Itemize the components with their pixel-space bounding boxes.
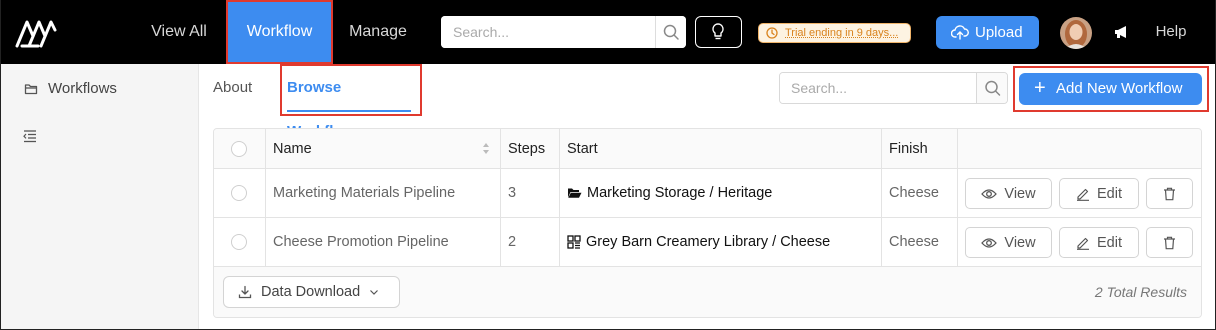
row-start: Marketing Storage / Heritage <box>587 185 773 201</box>
row-finish: Cheese <box>889 185 939 201</box>
data-download-button[interactable]: Data Download <box>223 276 400 308</box>
row-steps: 3 <box>508 185 517 201</box>
search-icon <box>985 80 1001 96</box>
row-select-cell <box>214 218 265 266</box>
nav-workflow[interactable]: Workflow <box>226 0 333 64</box>
row-name: Cheese Promotion Pipeline <box>273 234 449 250</box>
lightbulb-icon <box>712 23 724 40</box>
workflow-search <box>779 72 1008 104</box>
search-icon <box>663 24 679 40</box>
library-icon <box>567 235 581 249</box>
row-checkbox[interactable] <box>231 234 247 250</box>
table-header-row: Name Steps Start Finish <box>214 129 1201 169</box>
column-name-label: Name <box>273 140 312 157</box>
trash-icon <box>1164 187 1175 200</box>
column-header-start: Start <box>559 129 881 168</box>
sort-icon[interactable] <box>482 142 490 155</box>
top-navigation-bar: View All Workflow Manage Trial ending in… <box>0 0 1216 64</box>
global-search <box>441 16 686 48</box>
row-finish: Cheese <box>889 234 939 250</box>
active-tab-indicator <box>287 110 411 112</box>
folder-icon <box>568 188 582 198</box>
delete-button[interactable] <box>1146 178 1193 209</box>
global-search-button[interactable] <box>655 16 686 48</box>
trash-icon <box>1164 236 1175 249</box>
tab-about[interactable]: About <box>213 70 252 108</box>
help-link[interactable]: Help <box>1150 0 1192 64</box>
upload-label: Upload <box>975 24 1023 41</box>
view-button[interactable]: View <box>965 178 1052 209</box>
table-row: Cheese Promotion Pipeline 2 Grey Barn Cr… <box>214 218 1201 267</box>
folder-icon <box>24 84 38 95</box>
workflows-table: Name Steps Start Finish Marketing Materi… <box>213 128 1202 318</box>
sidebar-item-workflows[interactable]: Workflows <box>22 78 117 100</box>
pencil-icon <box>1077 237 1089 250</box>
upload-button[interactable]: Upload <box>936 16 1039 49</box>
pencil-icon <box>1077 188 1089 201</box>
workflow-search-button[interactable] <box>976 73 1007 103</box>
edit-button[interactable]: Edit <box>1059 178 1139 209</box>
cloud-upload-icon <box>951 25 969 40</box>
nav-manage[interactable]: Manage <box>340 0 416 64</box>
row-select-cell <box>214 169 265 217</box>
add-new-workflow-button[interactable]: + Add New Workflow <box>1019 73 1202 105</box>
column-start-label: Start <box>567 140 598 157</box>
row-start-cell: Marketing Storage / Heritage <box>559 169 881 217</box>
add-workflow-highlight: + Add New Workflow <box>1013 66 1209 112</box>
trial-text: Trial ending in 9 days... <box>785 27 899 39</box>
column-steps-label: Steps <box>508 140 546 157</box>
edit-button[interactable]: Edit <box>1059 227 1139 258</box>
collapse-menu-icon[interactable] <box>22 129 38 143</box>
eye-icon <box>981 188 998 199</box>
trial-badge[interactable]: Trial ending in 9 days... <box>758 23 911 43</box>
row-start-cell: Grey Barn Creamery Library / Cheese <box>559 218 881 266</box>
view-label: View <box>1004 234 1036 251</box>
sidebar: Workflows <box>0 64 199 330</box>
download-icon <box>238 285 252 299</box>
row-checkbox[interactable] <box>231 185 247 201</box>
table-row: Marketing Materials Pipeline 3 Marketing… <box>214 169 1201 218</box>
column-header-name[interactable]: Name <box>265 129 500 168</box>
table-footer: Data Download 2 Total Results <box>214 267 1201 317</box>
select-all-checkbox[interactable] <box>231 140 247 157</box>
megaphone-icon[interactable] <box>1113 23 1131 41</box>
tab-browse-workflows[interactable]: Browse Workflows <box>280 64 422 140</box>
total-results: 2 Total Results <box>1094 284 1187 300</box>
sidebar-item-label: Workflows <box>48 80 117 97</box>
avatar-icon <box>1060 17 1092 49</box>
column-header-finish: Finish <box>881 129 957 168</box>
view-button[interactable]: View <box>965 227 1052 258</box>
tips-button[interactable] <box>695 16 742 48</box>
data-download-label: Data Download <box>261 284 361 300</box>
user-avatar[interactable] <box>1060 17 1092 49</box>
plus-icon: + <box>1034 77 1046 99</box>
view-label: View <box>1004 185 1036 202</box>
delete-button[interactable] <box>1146 227 1193 258</box>
column-header-steps: Steps <box>500 129 559 168</box>
edit-label: Edit <box>1097 234 1122 251</box>
eye-icon <box>981 237 998 248</box>
workflow-search-input[interactable] <box>780 73 976 103</box>
select-all-cell <box>214 129 265 168</box>
row-steps: 2 <box>508 234 517 250</box>
row-start: Grey Barn Creamery Library / Cheese <box>586 234 831 250</box>
edit-label: Edit <box>1097 185 1122 202</box>
column-finish-label: Finish <box>889 140 928 157</box>
nav-view-all[interactable]: View All <box>140 0 218 64</box>
row-name: Marketing Materials Pipeline <box>273 185 456 201</box>
clock-icon <box>766 27 778 39</box>
app-logo-icon[interactable] <box>14 16 58 50</box>
chevron-down-icon <box>370 289 379 295</box>
global-search-input[interactable] <box>441 16 655 48</box>
add-new-workflow-label: Add New Workflow <box>1056 80 1183 97</box>
